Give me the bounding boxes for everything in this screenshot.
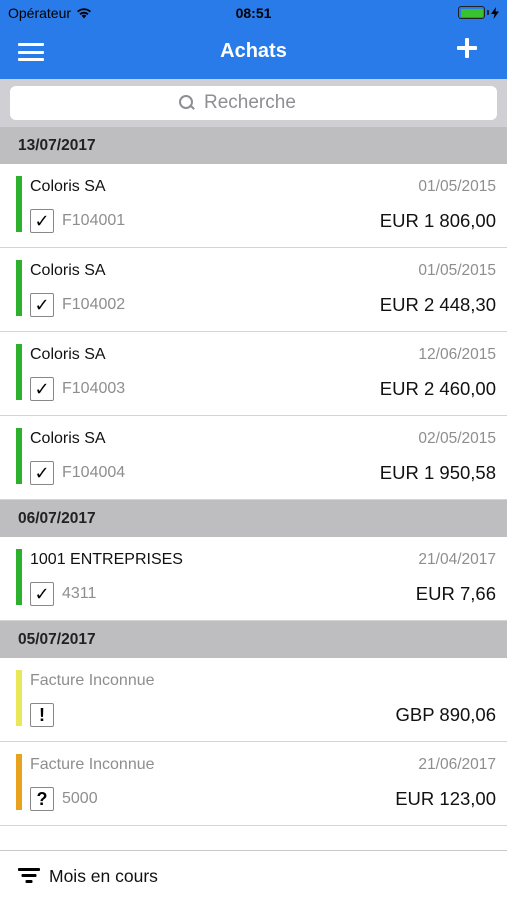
search-input[interactable] <box>204 92 329 114</box>
section-date: 13/07/2017 <box>18 136 96 154</box>
filter-period-button[interactable]: Mois en cours <box>49 866 158 887</box>
status-bar-indicator <box>16 428 22 484</box>
plus-icon[interactable] <box>457 38 477 58</box>
search-bar <box>0 79 507 127</box>
list-item[interactable]: Coloris SA 02/05/2015 ✓ F104004 EUR 1 95… <box>0 416 507 500</box>
charging-bolt-icon <box>491 6 499 19</box>
invoice-amount: EUR 7,66 <box>415 583 496 604</box>
battery-icon <box>458 6 485 19</box>
invoice-reference: F104002 <box>62 296 126 313</box>
battery-indicator <box>458 6 499 19</box>
supplier-name: Coloris SA <box>30 430 106 447</box>
invoice-reference: 4311 <box>62 585 97 602</box>
list-item[interactable]: Coloris SA 01/05/2015 ✓ F104002 EUR 2 44… <box>0 248 507 332</box>
navigation-bar: Achats <box>0 27 507 79</box>
section-header: 13/07/2017 <box>0 127 507 164</box>
checkmark-icon: ✓ <box>30 582 54 606</box>
supplier-name: 1001 ENTREPRISES <box>30 551 183 568</box>
list-item[interactable]: Coloris SA 01/05/2015 ✓ F104001 EUR 1 80… <box>0 164 507 248</box>
invoice-date: 01/05/2015 <box>418 178 496 195</box>
section-header: 05/07/2017 <box>0 621 507 658</box>
search-field[interactable] <box>10 86 497 120</box>
search-icon <box>178 94 196 112</box>
checkmark-icon: ✓ <box>30 209 54 233</box>
purchases-list: 13/07/2017 Coloris SA 01/05/2015 ✓ F1040… <box>0 127 507 826</box>
invoice-amount: EUR 2 460,00 <box>379 378 496 399</box>
invoice-amount: EUR 1 806,00 <box>379 210 496 231</box>
filter-icon[interactable] <box>17 868 41 884</box>
list-item[interactable]: Coloris SA 12/06/2015 ✓ F104003 EUR 2 46… <box>0 332 507 416</box>
checkmark-icon: ✓ <box>30 461 54 485</box>
status-bar-indicator <box>16 260 22 316</box>
invoice-date: 12/06/2015 <box>418 346 496 363</box>
invoice-amount: EUR 1 950,58 <box>379 462 496 483</box>
status-bar-indicator <box>16 549 22 605</box>
invoice-date: 21/04/2017 <box>418 551 496 568</box>
invoice-reference: F104003 <box>62 380 126 397</box>
status-bar-indicator <box>16 670 22 726</box>
supplier-name: Coloris SA <box>30 346 106 363</box>
invoice-date: 21/06/2017 <box>418 756 496 773</box>
list-item[interactable]: Facture Inconnue 21/06/2017 ? 5000 EUR 1… <box>0 742 507 826</box>
invoice-amount: GBP 890,06 <box>395 704 496 725</box>
invoice-date: 02/05/2015 <box>418 430 496 447</box>
bottom-toolbar: Mois en cours <box>0 850 507 900</box>
invoice-amount: EUR 123,00 <box>395 788 496 809</box>
status-bar-indicator <box>16 754 22 810</box>
invoice-reference: 5000 <box>62 790 98 807</box>
section-date: 05/07/2017 <box>18 630 96 648</box>
status-bar-indicator <box>16 176 22 232</box>
question-mark-icon: ? <box>30 787 54 811</box>
supplier-name: Facture Inconnue <box>30 756 155 773</box>
list-item[interactable]: Facture Inconnue ! GBP 890,06 <box>0 658 507 742</box>
invoice-reference: F104001 <box>62 212 126 229</box>
supplier-name: Coloris SA <box>30 262 106 279</box>
checkmark-icon: ✓ <box>30 293 54 317</box>
section-header: 06/07/2017 <box>0 500 507 537</box>
status-bar-indicator <box>16 344 22 400</box>
clock: 08:51 <box>235 5 272 21</box>
exclamation-icon: ! <box>30 703 54 727</box>
invoice-date: 01/05/2015 <box>418 262 496 279</box>
status-bar: Opérateur 08:51 <box>0 0 507 27</box>
checkmark-icon: ✓ <box>30 377 54 401</box>
list-item[interactable]: 1001 ENTREPRISES 21/04/2017 ✓ 4311 EUR 7… <box>0 537 507 621</box>
section-date: 06/07/2017 <box>18 509 96 527</box>
invoice-amount: EUR 2 448,30 <box>379 294 496 315</box>
supplier-name: Coloris SA <box>30 178 106 195</box>
page-title: Achats <box>220 40 287 62</box>
invoice-reference: F104004 <box>62 464 126 481</box>
supplier-name: Facture Inconnue <box>30 672 155 689</box>
